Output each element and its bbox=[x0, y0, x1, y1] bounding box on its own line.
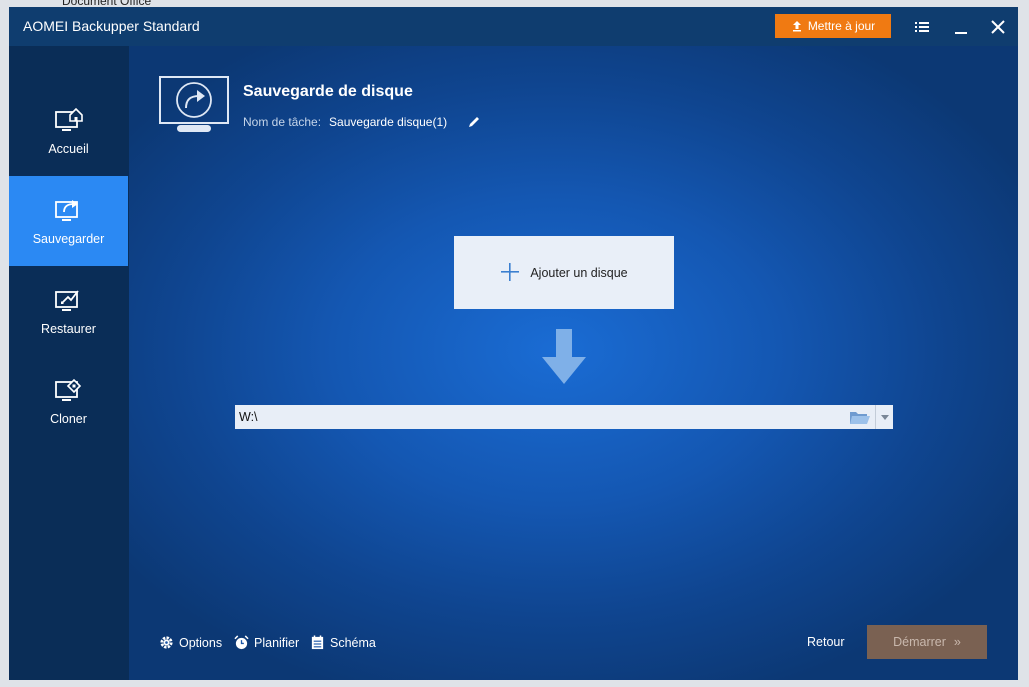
upgrade-arrow-icon bbox=[792, 21, 801, 32]
sidebar: Accueil Sauvegarder Restaurer Cloner bbox=[9, 46, 129, 680]
app-title: AOMEI Backupper Standard bbox=[23, 18, 200, 34]
options-label: Options bbox=[179, 635, 223, 650]
page-title: Sauvegarde de disque bbox=[243, 83, 413, 100]
sidebar-item-label: Restaurer bbox=[41, 322, 96, 336]
start-button[interactable]: Démarrer » bbox=[867, 625, 987, 659]
update-label: Mettre à jour bbox=[807, 19, 876, 33]
options-button[interactable]: Options bbox=[159, 635, 222, 650]
restore-monitor-icon bbox=[54, 290, 79, 311]
gear-icon bbox=[160, 636, 173, 649]
minimize-icon[interactable] bbox=[948, 14, 974, 40]
plus-icon bbox=[500, 260, 520, 286]
schedule-label: Planifier bbox=[254, 635, 300, 650]
scheme-button[interactable]: Schéma bbox=[310, 635, 376, 650]
task-name-row: Nom de tâche: Sauvegarde disque(1) bbox=[243, 115, 481, 129]
sidebar-item-restore[interactable]: Restaurer bbox=[9, 266, 128, 356]
backup-monitor-icon bbox=[54, 200, 78, 221]
schedule-button[interactable]: Planifier bbox=[234, 635, 299, 650]
task-name-value: Sauvegarde disque(1) bbox=[329, 115, 448, 129]
folder-open-icon[interactable] bbox=[845, 405, 875, 429]
arrow-down-icon bbox=[542, 329, 586, 384]
sidebar-item-label: Sauvegarder bbox=[32, 232, 105, 246]
task-name-label: Nom de tâche: bbox=[243, 115, 322, 129]
start-label: Démarrer bbox=[893, 635, 946, 649]
home-monitor-icon bbox=[54, 108, 83, 131]
sidebar-item-backup[interactable]: Sauvegarder bbox=[9, 176, 128, 266]
backup-monitor-icon bbox=[159, 76, 229, 132]
sidebar-item-label: Cloner bbox=[50, 412, 87, 426]
calendar-list-icon bbox=[311, 635, 324, 650]
sidebar-item-home[interactable]: Accueil bbox=[9, 86, 128, 176]
double-chevron-right-icon: » bbox=[953, 635, 961, 649]
menu-icon[interactable] bbox=[909, 14, 935, 40]
update-button[interactable]: Mettre à jour bbox=[775, 14, 891, 38]
clone-monitor-icon bbox=[54, 378, 81, 401]
chevron-down-icon[interactable] bbox=[875, 405, 893, 429]
app-window: AOMEI Backupper Standard Mettre à jour A… bbox=[9, 7, 1018, 680]
pencil-edit-icon[interactable] bbox=[467, 115, 481, 129]
main-panel: Sauvegarde de disque Nom de tâche: Sauve… bbox=[129, 46, 1018, 680]
destination-path-field[interactable]: W:\ bbox=[235, 405, 893, 429]
back-button[interactable]: Retour bbox=[807, 635, 845, 649]
title-bar: AOMEI Backupper Standard Mettre à jour bbox=[9, 7, 1018, 46]
scheme-label: Schéma bbox=[330, 635, 376, 650]
add-disk-label: Ajouter un disque bbox=[530, 265, 628, 280]
alarm-clock-icon bbox=[234, 635, 249, 650]
add-disk-button[interactable]: Ajouter un disque bbox=[454, 236, 674, 309]
sidebar-item-clone[interactable]: Cloner bbox=[9, 356, 128, 446]
close-icon[interactable] bbox=[985, 14, 1011, 40]
sidebar-item-label: Accueil bbox=[48, 142, 89, 156]
destination-path-value: W:\ bbox=[239, 410, 258, 424]
